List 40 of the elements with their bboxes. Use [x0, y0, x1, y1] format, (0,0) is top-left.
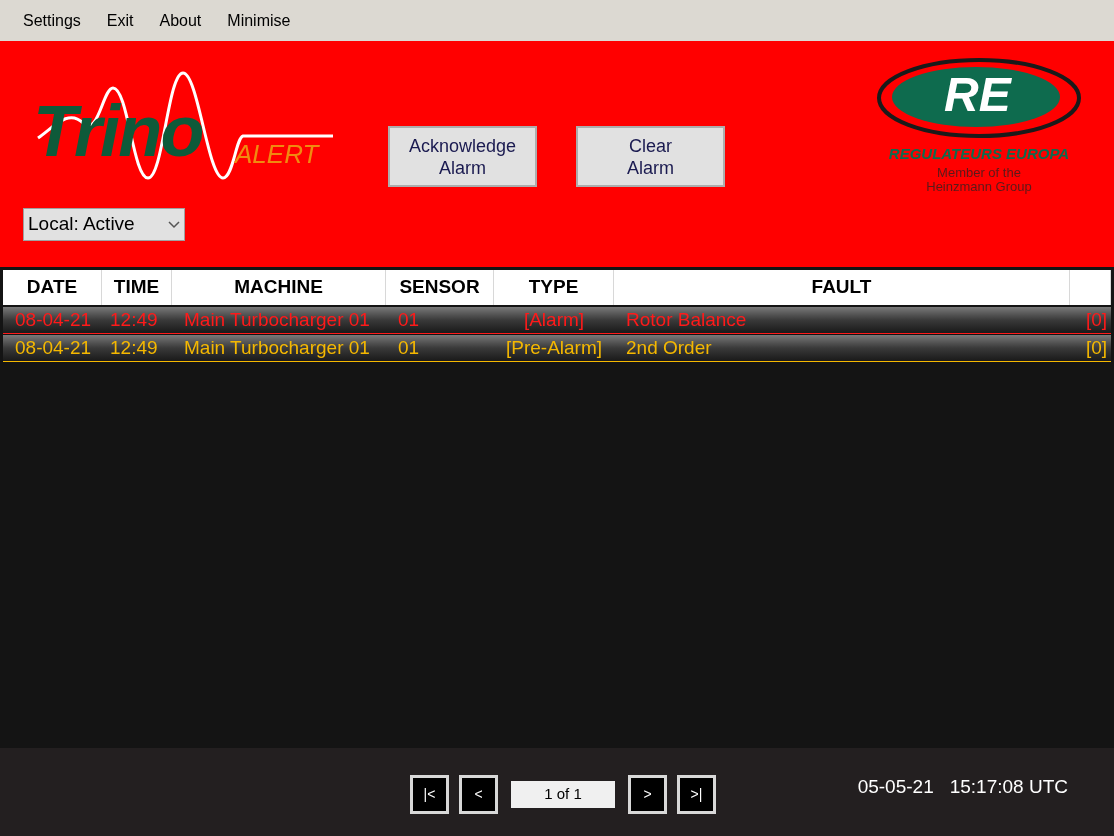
- pager-button[interactable]: >|: [677, 775, 716, 814]
- table-cell-text: 08-04-21: [14, 335, 93, 360]
- menu-item[interactable]: Exit: [93, 6, 147, 35]
- alarm-button[interactable]: Acknowledge Alarm: [388, 126, 537, 187]
- table-cell-text: [0]: [1084, 307, 1108, 332]
- logo-subtext: ALERT: [235, 141, 319, 167]
- table-cell-text: [Alarm]: [522, 307, 586, 332]
- status-date: 05-05-21: [857, 774, 934, 799]
- brand-tagline: Member of the Heinzmann Group: [926, 165, 1032, 194]
- status-time: 15:17:08 UTC: [949, 774, 1068, 799]
- table-cell-text: 12:49: [109, 307, 159, 332]
- table-cell-text: [0]: [1084, 335, 1108, 360]
- chevron-down-icon: [168, 220, 180, 229]
- brand-name: REGULATEURS EUROPA: [888, 144, 1070, 164]
- column-header[interactable]: DATE: [26, 273, 78, 302]
- table-cell-text: 12:49: [109, 335, 159, 360]
- menu-item[interactable]: About: [146, 6, 215, 35]
- alarm-button[interactable]: Clear Alarm: [576, 126, 725, 187]
- page-indicator: 1 of 1: [511, 781, 615, 808]
- table-cell-text: 01: [397, 335, 421, 360]
- pager-button[interactable]: |<: [410, 775, 449, 814]
- table-cell-text: 08-04-21: [14, 307, 93, 332]
- column-header[interactable]: TYPE: [528, 273, 579, 302]
- column-header[interactable]: FAULT: [811, 273, 872, 302]
- mode-select[interactable]: Local: Active: [23, 208, 185, 241]
- table-cell-text: Rotor Balance: [625, 307, 748, 332]
- alarm-row[interactable]: 08-04-21 12:49 Main Turbocharger 01 01 [Pre-Alarm] 2nd Order [0]: [3, 335, 1111, 362]
- table-cell-text: [Pre-Alarm]: [504, 335, 604, 360]
- column-header[interactable]: SENSOR: [399, 273, 480, 302]
- menu-item[interactable]: Minimise: [214, 6, 304, 35]
- table-cell-text: 2nd Order: [625, 335, 713, 360]
- pager-button[interactable]: >: [628, 775, 667, 814]
- table-cell-text: 01: [397, 307, 421, 332]
- table-cell-text: Main Turbocharger 01: [183, 335, 371, 360]
- table-cell-text: Main Turbocharger 01: [183, 307, 371, 332]
- column-header[interactable]: TIME: [113, 273, 160, 302]
- column-header[interactable]: MACHINE: [234, 273, 323, 302]
- menu-item[interactable]: Settings: [10, 6, 94, 35]
- pager-button[interactable]: <: [459, 775, 498, 814]
- brand-mark: RE: [944, 71, 1011, 119]
